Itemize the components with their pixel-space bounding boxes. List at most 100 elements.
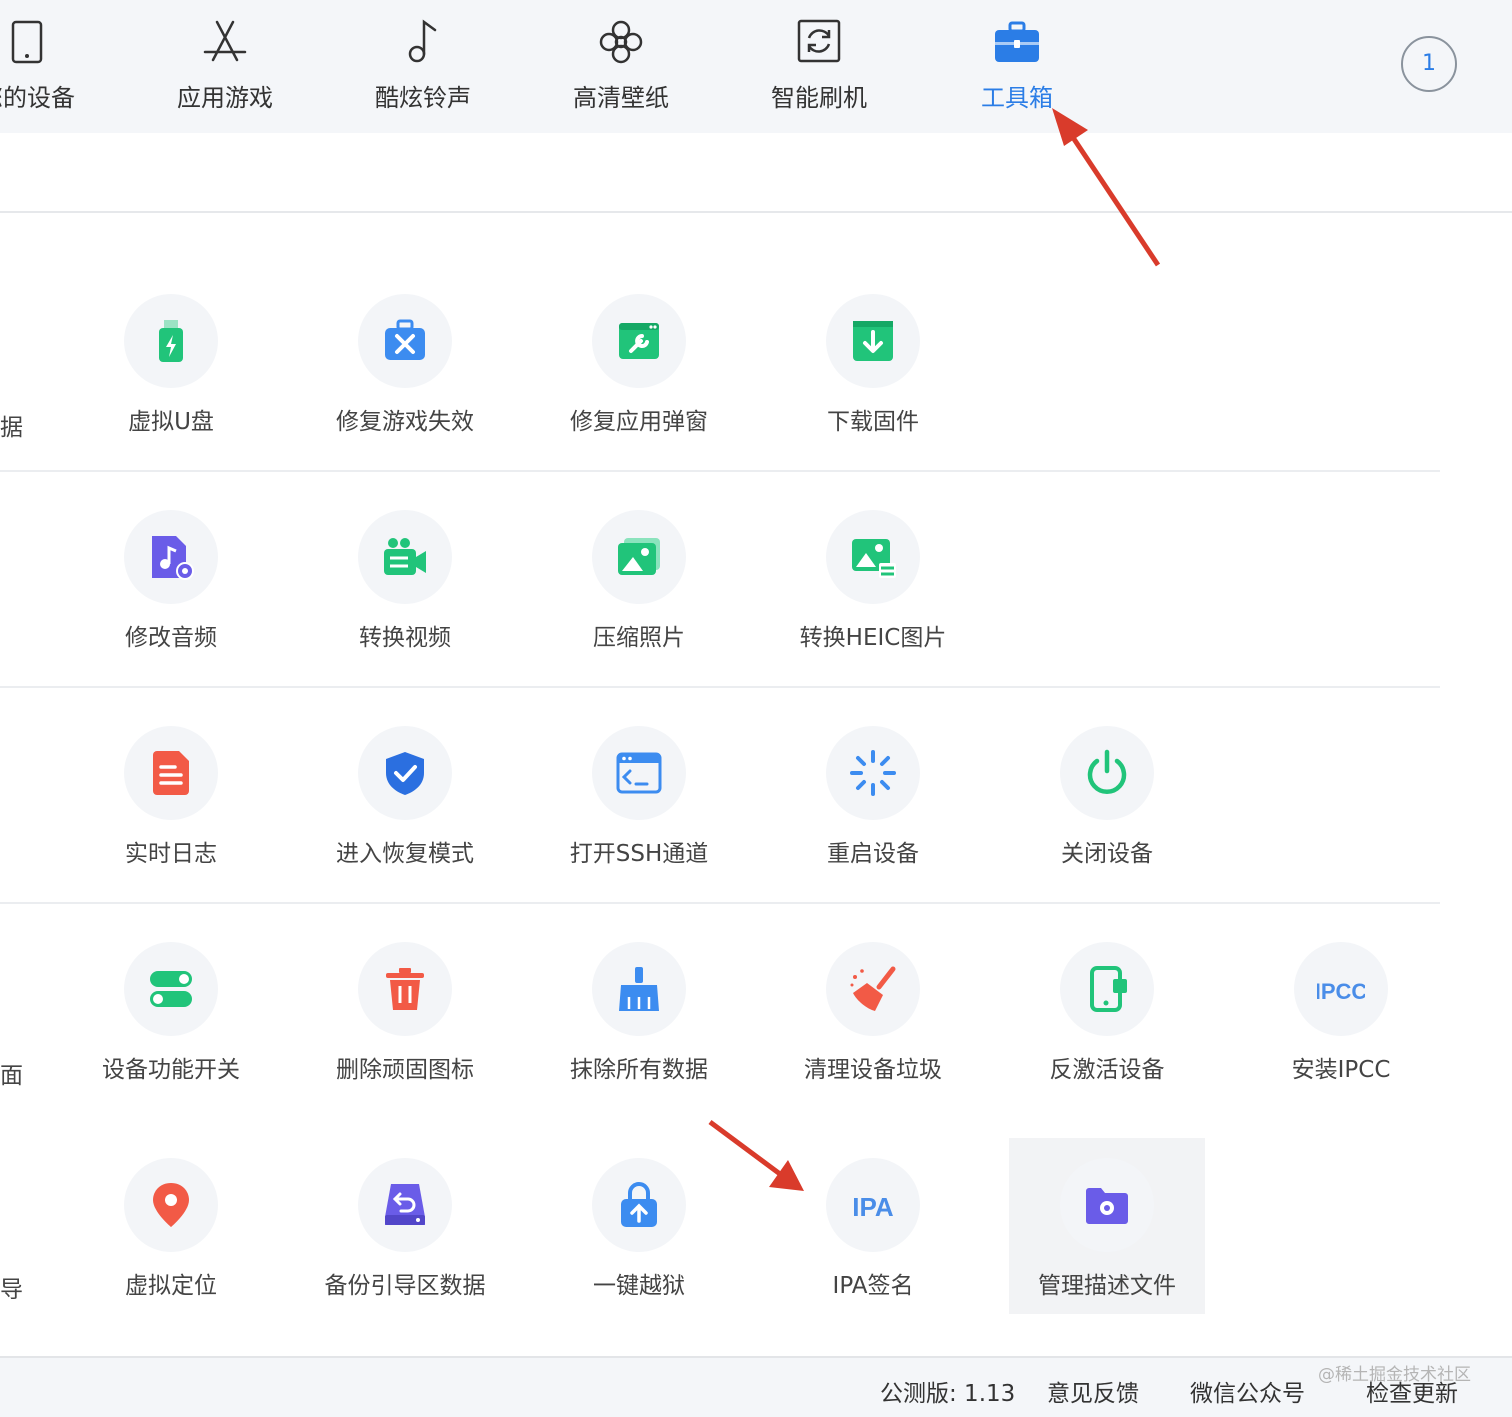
tool-label: 反激活设备 [1049, 1057, 1165, 1083]
nav-label: 智能刷机 [771, 84, 867, 112]
tool-label: 重启设备 [827, 841, 919, 867]
shield-check-icon [386, 752, 424, 795]
flower-icon [599, 20, 643, 64]
tool-fix-game[interactable]: 修复游戏失效 [307, 274, 503, 450]
backup-drive-icon [385, 1184, 425, 1225]
download-icon [853, 321, 893, 361]
sweep-icon [850, 966, 896, 1011]
tool-label: 备份引导区数据 [324, 1273, 486, 1299]
usb-drive-icon [159, 320, 183, 362]
feedback-link[interactable]: 意见反馈 [1047, 1374, 1139, 1408]
app-store-icon [203, 20, 247, 62]
tool-download-firmware[interactable]: 下载固件 [775, 274, 971, 450]
nav-item-ringtones[interactable]: 酷炫铃声 [324, 0, 522, 133]
tool-label: 管理描述文件 [1038, 1273, 1176, 1299]
tool-label: 打开SSH通道 [569, 841, 709, 867]
tool-shutdown-device[interactable]: 关闭设备 [1009, 706, 1205, 882]
restart-spinner-icon [850, 750, 896, 796]
tool-realtime-log[interactable]: 实时日志 [73, 706, 269, 882]
tool-label: 转换HEIC图片 [799, 625, 947, 651]
tool-label: 修复应用弹窗 [570, 409, 708, 435]
ipcc-text-icon: IPCC [1317, 979, 1365, 1004]
log-document-icon [153, 751, 189, 795]
tool-label: 删除顽固图标 [336, 1057, 474, 1083]
settings-folder-icon [1086, 1188, 1128, 1224]
trash-icon [386, 968, 424, 1010]
row-divider [0, 686, 1440, 688]
tool-backup-bootloader[interactable]: 备份引导区数据 [307, 1138, 503, 1314]
tool-label: 虚拟定位 [125, 1273, 217, 1299]
nav-label: 高清壁纸 [573, 84, 669, 112]
watermark: @稀土掘金技术社区 [1318, 1365, 1471, 1385]
tool-fix-popup[interactable]: 修复应用弹窗 [541, 274, 737, 450]
toolbar-area [0, 133, 1512, 213]
tool-ipa-sign[interactable]: IPA IPA签名 [775, 1138, 971, 1314]
top-navigation: 您的设备 应用游戏 酷炫铃声 高清壁纸 [0, 0, 1512, 133]
tool-label: 关闭设备 [1061, 841, 1153, 867]
user-badge[interactable]: 1 [1401, 36, 1457, 92]
image-convert-icon [852, 539, 896, 578]
nav-item-toolbox[interactable]: 工具箱 [918, 0, 1116, 133]
tool-label: 安装IPCC [1291, 1057, 1391, 1083]
clipped-label: 据 [0, 415, 23, 441]
tool-restart-device[interactable]: 重启设备 [775, 706, 971, 882]
tool-recovery-mode[interactable]: 进入恢复模式 [307, 706, 503, 882]
tool-label: 设备功能开关 [102, 1057, 240, 1083]
location-pin-icon [153, 1183, 189, 1227]
tool-edit-audio[interactable]: 修改音频 [73, 490, 269, 666]
tool-convert-heic[interactable]: 转换HEIC图片 [775, 490, 971, 666]
tool-label: 虚拟U盘 [128, 409, 214, 435]
svg-text:IPA: IPA [852, 1192, 894, 1222]
row-divider [0, 902, 1440, 904]
ipa-text-icon: IPA [852, 1192, 894, 1222]
tool-install-ipcc[interactable]: IPCC 安装IPCC [1243, 922, 1439, 1098]
app-window: 您的设备 应用游戏 酷炫铃声 高清壁纸 [0, 0, 1512, 1417]
nav-item-apps[interactable]: 应用游戏 [126, 0, 324, 133]
clipped-label: 导 [0, 1277, 23, 1303]
tool-compress-photo[interactable]: 压缩照片 [541, 490, 737, 666]
unlock-upload-icon [621, 1182, 657, 1227]
tool-label: 清理设备垃圾 [804, 1057, 942, 1083]
tool-virtual-usb[interactable]: 虚拟U盘 [73, 274, 269, 450]
toolbox-icon [995, 21, 1039, 62]
music-note-icon [408, 19, 437, 63]
broom-icon [619, 967, 659, 1011]
toggle-switch-icon [150, 971, 192, 1007]
nav-label: 酷炫铃声 [375, 84, 471, 112]
tool-convert-video[interactable]: 转换视频 [307, 490, 503, 666]
terminal-icon [616, 752, 662, 794]
tool-label: IPA签名 [832, 1273, 914, 1299]
video-camera-icon [384, 538, 426, 575]
tool-open-ssh[interactable]: 打开SSH通道 [541, 706, 737, 882]
tool-one-click-jailbreak[interactable]: 一键越狱 [541, 1138, 737, 1314]
tool-clean-junk[interactable]: 清理设备垃圾 [775, 922, 971, 1098]
status-bar: 公测版: 1.13 意见反馈 微信公众号 检查更新 [0, 1356, 1512, 1417]
power-icon [1087, 749, 1127, 794]
tool-function-switch[interactable]: 设备功能开关 [73, 922, 269, 1098]
tablet-icon [11, 20, 43, 64]
nav-item-flash[interactable]: 智能刷机 [720, 0, 918, 133]
nav-label: 您的设备 [0, 84, 75, 112]
tool-erase-all[interactable]: 抹除所有数据 [541, 922, 737, 1098]
nav-item-wallpapers[interactable]: 高清壁纸 [522, 0, 720, 133]
tool-label: 一键越狱 [593, 1273, 685, 1299]
tool-deactivate-device[interactable]: 反激活设备 [1009, 922, 1205, 1098]
tool-label: 修改音频 [125, 625, 217, 651]
tool-label: 实时日志 [125, 841, 217, 867]
audio-settings-icon [152, 536, 194, 580]
svg-text:IPCC: IPCC [1317, 979, 1365, 1004]
clipped-label: 面 [0, 1063, 23, 1089]
row-divider [0, 470, 1440, 472]
image-compress-icon [618, 538, 660, 575]
nav-item-device[interactable]: 您的设备 [0, 0, 126, 133]
tool-label: 转换视频 [359, 625, 451, 651]
tool-delete-icon[interactable]: 删除顽固图标 [307, 922, 503, 1098]
wechat-link[interactable]: 微信公众号 [1190, 1374, 1305, 1408]
tool-virtual-location[interactable]: 虚拟定位 [73, 1138, 269, 1314]
tool-label: 抹除所有数据 [570, 1057, 708, 1083]
repair-window-icon [619, 323, 659, 359]
deactivate-phone-icon [1090, 966, 1127, 1012]
tool-label: 下载固件 [827, 409, 919, 435]
version-label: 公测版: 1.13 [880, 1381, 1016, 1407]
tool-manage-profiles[interactable]: 管理描述文件 [1009, 1138, 1205, 1314]
